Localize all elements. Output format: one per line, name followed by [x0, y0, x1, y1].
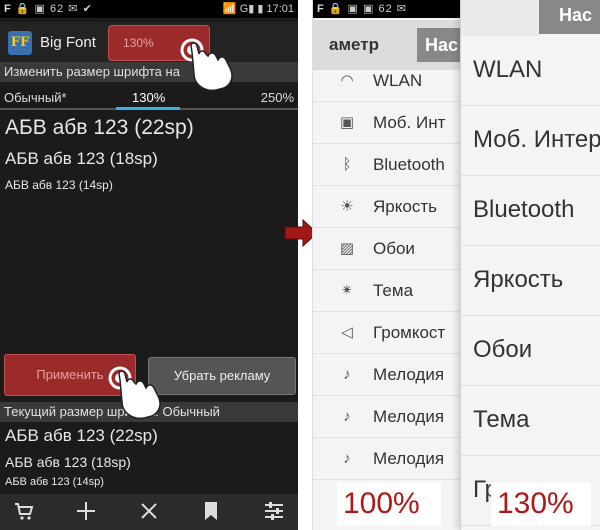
list-item[interactable]: Обои — [461, 316, 600, 386]
current-sample-14sp: АБВ абв 123 (14sp) — [5, 476, 104, 488]
list-item-label: Яркость — [473, 266, 564, 293]
sample-18sp: АБВ абв 123 (18sp) — [5, 149, 158, 168]
list-item[interactable]: ◠ WLAN — [313, 60, 462, 102]
list-item[interactable]: ◁ Громкост — [313, 312, 462, 354]
wallpaper-icon: ▨ — [339, 240, 355, 257]
status-right: 📶 G▮ ▮ 17:01 — [222, 3, 294, 15]
cart-icon[interactable] — [12, 500, 36, 524]
list-item-label: WLAN — [373, 71, 423, 90]
list-item[interactable]: ♪ Мелодия — [313, 396, 462, 438]
tab-settings[interactable]: Нас — [539, 0, 600, 34]
settings-screen-100: F 🔒 ▣ ▣ 62 ✉ аметр Нас ◠ WLAN ▣ Моб. Инт ᛒ Bl… — [312, 0, 462, 530]
zoom-label-100: 100% — [337, 482, 441, 526]
list-item[interactable]: Яркость — [461, 246, 600, 316]
ringtone-icon: ♪ — [343, 366, 351, 383]
list-item[interactable]: ▣ Моб. Инт — [313, 102, 462, 144]
plus-icon[interactable] — [74, 500, 98, 524]
list-item-label: Мелодия — [373, 449, 445, 468]
slider-current-label: 130% — [132, 90, 166, 105]
font-size-slider[interactable]: Обычный* 130% 250% — [0, 88, 298, 110]
list-item[interactable]: Bluetooth — [461, 176, 600, 246]
wifi-icon: ◠ — [340, 72, 354, 89]
slider-thumb[interactable] — [116, 107, 180, 110]
list-item-label: Мелодия — [373, 365, 445, 384]
app-bar: FF Big Font 130% — [0, 22, 298, 62]
status-left: F 🔒 ▣ 62 ✉ ✔ — [4, 3, 93, 15]
settings-sliders-icon[interactable] — [262, 500, 286, 524]
slider-min-label: Обычный* — [4, 90, 67, 105]
list-item[interactable]: ☀ Яркость — [313, 186, 462, 228]
slider-max-label: 250% — [260, 90, 294, 105]
current-sample-18sp: АБВ абв 123 (18sp) — [5, 454, 131, 470]
sample-14sp: АБВ абв 123 (14sp) — [5, 178, 113, 192]
tap-hand-icon — [108, 366, 161, 420]
status-left: F 🔒 ▣ ▣ 62 ✉ — [317, 3, 407, 15]
list-item-label: Тема — [373, 281, 414, 300]
list-item-label: Моб. Интер — [473, 126, 600, 153]
settings-screen-130: Нас WLAN Моб. Интер Bluetooth Яркость Обои Те… — [460, 0, 600, 530]
list-item[interactable]: Тема — [461, 386, 600, 456]
mobile-data-icon: ▣ — [339, 114, 355, 131]
remove-ads-button[interactable]: Убрать рекламу — [148, 357, 296, 395]
bottom-toolbar — [0, 494, 298, 530]
list-item[interactable]: ♪ Мелодия — [313, 354, 462, 396]
list-item[interactable]: Моб. Интер — [461, 106, 600, 176]
tab-settings[interactable]: Нас — [417, 28, 462, 62]
status-bar: F 🔒 ▣ 62 ✉ ✔ 📶 G▮ ▮ 17:01 — [0, 0, 298, 18]
zoom-label-130: 130% — [491, 482, 591, 526]
volume-icon: ◁ — [341, 324, 353, 341]
clock: 17:01 — [266, 3, 294, 15]
sample-22sp: АБВ абв 123 (22sp) — [5, 116, 194, 139]
app-logo: FF — [8, 31, 32, 55]
list-item-label: Тема — [473, 406, 530, 433]
list-item-label: Моб. Инт — [373, 113, 446, 132]
right-header — [461, 0, 539, 36]
status-bar: F 🔒 ▣ ▣ 62 ✉ — [313, 0, 462, 18]
list-item-label: Яркость — [373, 197, 437, 216]
tab-params[interactable]: аметр — [329, 35, 379, 55]
list-item[interactable]: WLAN — [461, 36, 600, 106]
ringtone-icon: ♪ — [343, 408, 351, 425]
bluetooth-icon: ᛒ — [342, 156, 352, 173]
current-sample-22sp: АБВ абв 123 (22sp) — [5, 426, 158, 445]
hint-text: Изменить размер шрифта на — [0, 62, 298, 82]
brightness-icon: ☀ — [340, 198, 354, 215]
ringtone-icon: ♪ — [343, 450, 351, 467]
app-title: Big Font — [40, 34, 96, 51]
list-item[interactable]: ▨ Обои — [313, 228, 462, 270]
list-item-label: Обои — [473, 336, 533, 363]
list-item-label: Bluetooth — [473, 196, 575, 223]
big-font-app-screen: F 🔒 ▣ 62 ✉ ✔ 📶 G▮ ▮ 17:01 FF Big Font 13… — [0, 0, 298, 530]
list-item[interactable]: ᛒ Bluetooth — [313, 144, 462, 186]
list-item-label: Bluetooth — [373, 155, 445, 174]
tap-hand-icon — [180, 38, 233, 92]
bookmark-icon[interactable] — [199, 500, 223, 524]
close-icon[interactable] — [137, 500, 161, 524]
list-item[interactable]: ♪ Мелодия — [313, 438, 462, 480]
theme-icon: ✴ — [340, 282, 354, 299]
list-item[interactable]: ✴ Тема — [313, 270, 462, 312]
list-item-label: WLAN — [473, 56, 543, 83]
list-item-label: Мелодия — [373, 407, 445, 426]
list-item-label: Громкост — [373, 323, 446, 342]
list-item-label: Обои — [373, 239, 415, 258]
